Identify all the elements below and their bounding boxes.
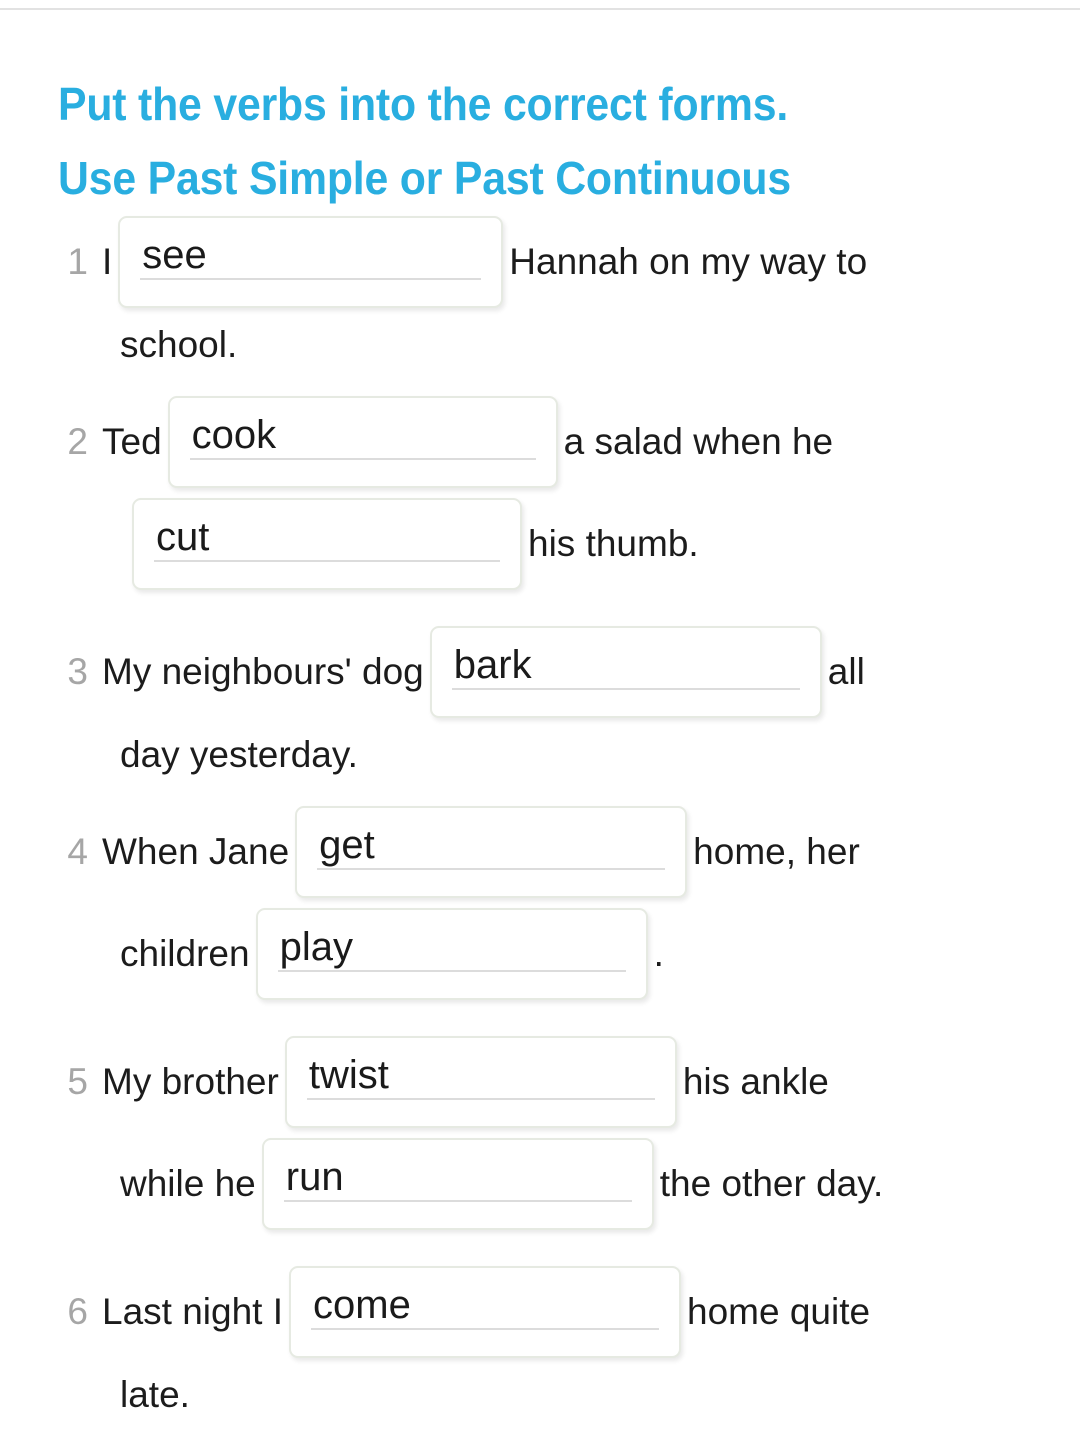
question-1-text-middle: Hannah on my way to: [509, 241, 868, 282]
answer-value-4-1: get: [319, 823, 375, 867]
answer-underline-1-1: [140, 278, 482, 280]
question-6-text-middle: home quite: [687, 1291, 871, 1332]
question-number-3: 3: [67, 651, 88, 692]
question-4-text-middle: home, her: [693, 831, 860, 872]
answer-underline-2-1: [189, 458, 536, 460]
answer-value-3-1: bark: [453, 643, 532, 687]
question-4-line-1: 4 When Jane get home, her: [44, 802, 860, 902]
question-5-text-before2: while he: [120, 1163, 256, 1204]
question-4-line-2: children play .: [120, 904, 664, 1004]
answer-input-2-2[interactable]: cut: [132, 498, 522, 590]
question-number-5: 5: [67, 1061, 88, 1102]
question-4-text-before: When Jane: [102, 831, 290, 872]
question-2-text-before: Ted: [102, 421, 162, 462]
answer-input-1-1[interactable]: see: [118, 216, 504, 308]
answer-underline-5-1: [306, 1098, 655, 1100]
answer-input-5-2[interactable]: run: [261, 1138, 654, 1230]
answer-input-4-2[interactable]: play: [255, 908, 648, 1000]
answer-value-6-1: come: [313, 1283, 411, 1327]
page-title-line-2: Use Past Simple or Past Continuous: [58, 151, 791, 204]
question-number-4: 4: [67, 831, 88, 872]
question-1-text-after: school.: [120, 324, 238, 365]
answer-underline-4-1: [317, 868, 666, 870]
page-title-line-1: Put the verbs into the correct forms.: [58, 77, 789, 130]
answer-underline-6-1: [311, 1328, 660, 1330]
question-2-line-2: cut his thumb.: [126, 494, 699, 594]
answer-value-2-2: cut: [156, 515, 210, 559]
question-3-line-2: day yesterday.: [120, 714, 358, 796]
question-4-text-after: .: [653, 933, 664, 974]
answer-underline-5-2: [283, 1200, 632, 1202]
exercise-page: Put the verbs into the correct forms. Us…: [0, 0, 1080, 1440]
question-6-line-1: 6 Last night I come home quite: [44, 1262, 870, 1362]
question-5-text-after: the other day.: [659, 1163, 884, 1204]
question-number-1: 1: [67, 241, 88, 282]
page-title: Put the verbs into the correct forms. Us…: [58, 67, 951, 215]
answer-input-5-1[interactable]: twist: [284, 1036, 677, 1128]
question-5-line-2: while he run the other day.: [120, 1134, 883, 1234]
answer-underline-4-2: [277, 970, 626, 972]
question-5-text-middle: his ankle: [682, 1061, 829, 1102]
question-6-text-before: Last night I: [102, 1291, 284, 1332]
question-number-6: 6: [67, 1291, 88, 1332]
answer-value-4-2: play: [279, 925, 353, 969]
answer-input-2-1[interactable]: cook: [167, 396, 558, 488]
answer-value-1-1: see: [142, 233, 207, 277]
question-3-text-middle: all: [827, 651, 865, 692]
answer-underline-3-1: [451, 688, 800, 690]
answer-underline-2-2: [154, 560, 500, 562]
question-2-line-1: 2 Ted cook a salad when he: [44, 392, 833, 492]
question-1-text-before: I: [102, 241, 113, 282]
question-2-text-middle: a salad when he: [563, 421, 834, 462]
question-5-line-1: 5 My brother twist his ankle: [44, 1032, 829, 1132]
answer-value-2-1: cook: [191, 413, 277, 457]
question-number-2: 2: [67, 421, 88, 462]
question-6-line-2: late.: [120, 1354, 190, 1436]
question-1-line-2: school.: [120, 304, 237, 386]
question-3-line-1: 3 My neighbours' dog bark all: [44, 622, 865, 722]
question-6-text-after: late.: [120, 1374, 190, 1415]
top-divider: [0, 8, 1080, 10]
question-3-text-after: day yesterday.: [120, 734, 358, 775]
answer-value-5-1: twist: [308, 1053, 389, 1097]
answer-input-3-1[interactable]: bark: [429, 626, 822, 718]
answer-input-6-1[interactable]: come: [289, 1266, 682, 1358]
answer-input-4-1[interactable]: get: [295, 806, 688, 898]
answer-value-5-2: run: [285, 1155, 344, 1199]
question-5-text-before: My brother: [102, 1061, 279, 1102]
question-3-text-before: My neighbours' dog: [102, 651, 424, 692]
question-2-text-after: his thumb.: [528, 523, 699, 564]
question-4-text-before2: children: [120, 933, 250, 974]
question-1-line-1: 1 I see Hannah on my way to: [44, 212, 867, 312]
